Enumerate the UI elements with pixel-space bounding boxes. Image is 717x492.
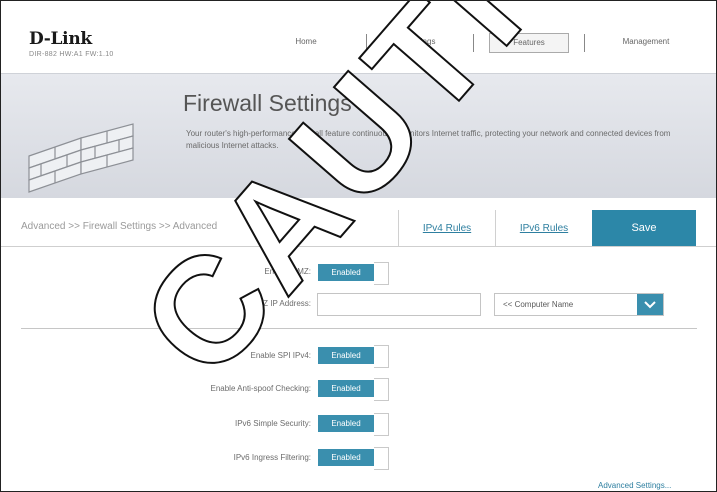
toggle-track (374, 378, 389, 401)
main-nav: Home Settings Features Management (251, 33, 711, 53)
dmz-ip-input[interactable] (317, 293, 481, 316)
nav-separator (366, 34, 367, 52)
save-button[interactable]: Save (592, 210, 696, 246)
section-divider (21, 328, 697, 329)
top-header: D-Link DIR-882 HW:A1 FW:1.10 Home Settin… (1, 1, 716, 73)
dlink-logo: D-Link (29, 29, 92, 49)
brick-wall-icon (28, 123, 134, 193)
page-title: Firewall Settings (183, 90, 352, 116)
router-admin-window: D-Link DIR-882 HW:A1 FW:1.10 Home Settin… (0, 0, 717, 492)
toolbar-row: Advanced >> Firewall Settings >> Advance… (1, 198, 716, 247)
ipv6-ingress-filtering-toggle[interactable]: Enabled (318, 449, 374, 466)
tab-ipv4-rules[interactable]: IPv4 Rules (399, 212, 495, 245)
anti-spoof-label: Enable Anti-spoof Checking: (210, 384, 311, 393)
dmz-ip-label: DMZ IP Address: (250, 299, 311, 308)
ipv6-simple-security-label: IPv6 Simple Security: (234, 419, 311, 428)
page-description: Your router's high-performance firewall … (186, 129, 671, 150)
nav-home[interactable]: Home (271, 33, 341, 51)
ipv6-ingress-filtering-label: IPv6 Ingress Filtering: (233, 453, 311, 462)
anti-spoof-toggle[interactable]: Enabled (318, 380, 374, 397)
toggle-track (374, 413, 389, 436)
select-value: << Computer Name (503, 300, 574, 309)
enable-dmz-label: Enable DMZ: (264, 267, 311, 276)
breadcrumb: Advanced >> Firewall Settings >> Advance… (21, 221, 218, 232)
nav-management[interactable]: Management (601, 33, 691, 51)
nav-settings[interactable]: Settings (386, 33, 456, 51)
chevron-down-icon[interactable] (637, 294, 663, 315)
nav-features[interactable]: Features (489, 33, 569, 53)
nav-separator (473, 34, 474, 52)
spi-ipv4-toggle[interactable]: Enabled (318, 347, 374, 364)
toggle-track (374, 447, 389, 470)
advanced-settings-link[interactable]: Advanced Settings... (598, 481, 671, 490)
ipv6-simple-security-toggle[interactable]: Enabled (318, 415, 374, 432)
page-banner: Firewall Settings Your router's high-per… (1, 73, 716, 199)
spi-ipv4-label: Enable SPI IPv4: (250, 351, 311, 360)
toggle-track (374, 262, 389, 285)
nav-separator (584, 34, 585, 52)
toggle-track (374, 345, 389, 368)
enable-dmz-toggle[interactable]: Enabled (318, 264, 374, 281)
computer-name-select[interactable]: << Computer Name (494, 293, 664, 316)
model-info: DIR-882 HW:A1 FW:1.10 (29, 51, 114, 58)
tab-ipv6-rules[interactable]: IPv6 Rules (496, 212, 592, 245)
